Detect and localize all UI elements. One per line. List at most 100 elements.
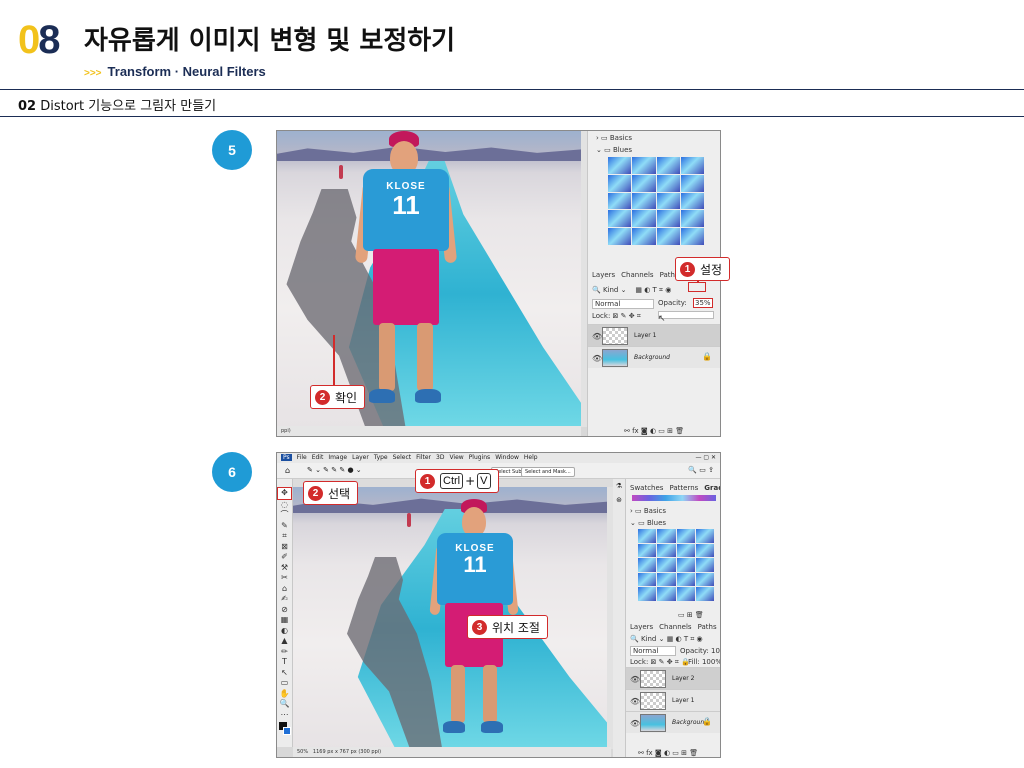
dodge-tool-icon[interactable]: ▲ — [277, 636, 292, 647]
callout-set-opacity: 1 설정 — [675, 257, 731, 281]
chapter-number: 08 — [18, 18, 61, 62]
boy-shorts — [373, 249, 439, 325]
step-badge-5: 5 — [212, 130, 252, 170]
crop-tool-icon[interactable]: ⌗ — [277, 531, 292, 542]
lock-icon: 🔒 — [702, 717, 712, 726]
gradient-panel-icons[interactable]: ▭ ⊞ 🗑 — [678, 611, 704, 619]
ps-logo-icon: Ps — [281, 454, 292, 461]
callout-check-shadow: 2 확인 — [310, 385, 366, 409]
lock-controls[interactable]: Lock: ⊠ ✎ ✥ ⌗ — [592, 312, 641, 321]
layers-panel-tabs[interactable]: Layers Channels Paths — [630, 623, 720, 631]
gradient-folder-blues[interactable]: ⌄ ▭ Blues — [630, 519, 666, 527]
layer-filter-kind[interactable]: 🔍 Kind ⌄ ▦ ◐ T ⌗ ◉ — [592, 286, 671, 295]
boy-left-shoe — [443, 721, 465, 733]
type-tool-icon[interactable]: T — [277, 657, 292, 668]
hand-tool-icon[interactable]: ✋ — [277, 689, 292, 700]
layer-thumbnail — [640, 670, 666, 688]
boy-shirt: KLOSE 11 — [437, 533, 513, 605]
select-and-mask-button[interactable]: Select and Mask... — [521, 467, 575, 477]
callout-connector — [333, 335, 335, 385]
subtitle-arrows: >>> — [84, 68, 102, 79]
opacity-slider[interactable] — [658, 311, 714, 319]
home-icon[interactable]: ⌂ — [285, 466, 290, 475]
layers-bottom-icons[interactable]: ⚯ fx ◙ ◐ ▭ ⊞ 🗑 — [624, 427, 684, 435]
image-canvas: KLOSE 11 — [277, 131, 583, 427]
document-size: 1169 px x 767 px (300 ppi) — [312, 749, 382, 755]
callout-paste: 1 Ctrl + V — [415, 469, 499, 493]
opacity-highlight — [688, 282, 706, 292]
gradient-swatch-grid[interactable] — [608, 157, 704, 245]
boy-right-shoe — [481, 721, 503, 733]
gradient-tool-icon[interactable]: ▦ — [277, 615, 292, 626]
boy-right-leg — [417, 323, 433, 391]
panel-dock-icons[interactable]: ⚗ ⊛ — [613, 479, 625, 757]
shape-tool-icon[interactable]: ▭ — [277, 678, 292, 689]
eye-icon[interactable]: 👁 — [592, 354, 602, 363]
brush-tool-icon[interactable]: ✂ — [277, 573, 292, 584]
layer-thumbnail — [640, 692, 666, 710]
eyedropper-tool-icon[interactable]: ✐ — [277, 552, 292, 563]
frame-tool-icon[interactable]: ⊠ — [277, 542, 292, 553]
chapter-subtitle: >>> Transform · Neural Filters — [84, 64, 266, 79]
layers-bottom-icons[interactable]: ⚯ fx ◙ ◐ ▭ ⊞ 🗑 — [638, 749, 698, 757]
blend-mode-select[interactable]: Normal — [630, 646, 676, 656]
layer-row[interactable]: 👁 Layer 1 — [626, 689, 720, 711]
eraser-tool-icon[interactable]: ⊘ — [277, 605, 292, 616]
zoom-tool-icon[interactable]: 🔍 — [277, 699, 292, 710]
opacity-label: Opacity: — [658, 299, 687, 307]
gradient-folder-basics[interactable]: › ▭ Basics — [630, 507, 666, 515]
section-heading: 02 Distort 기능으로 그림자 만들기 — [18, 99, 217, 114]
boy-right-leg — [483, 665, 497, 723]
quick-select-tool-icon[interactable]: ✎ — [277, 521, 292, 532]
fill-control[interactable]: Fill: 100% — [688, 658, 720, 666]
zoom-level[interactable]: 50% — [297, 749, 308, 755]
menu-bar: Ps File Edit Image Layer Type Select Filter 3D Vi… — [277, 453, 720, 463]
callout-adjust-position: 3 위치 조절 — [467, 615, 548, 639]
eye-icon[interactable]: 👁 — [630, 719, 640, 728]
layer-row[interactable]: 👁 Background 🔒 — [588, 346, 720, 368]
healing-tool-icon[interactable]: ⚒ — [277, 563, 292, 574]
layer-row[interactable]: 👁 Layer 2 — [626, 667, 720, 689]
blend-mode-select[interactable]: Normal — [592, 299, 654, 309]
header-divider — [0, 89, 1024, 90]
more-tools-icon[interactable]: ⋯ — [277, 710, 292, 721]
gradient-folder-blues[interactable]: ⌄ ▭ Blues — [596, 146, 632, 154]
search-share-icons[interactable]: 🔍 ▭ ⇪ — [688, 466, 714, 474]
layer-thumbnail — [602, 327, 628, 345]
layer-row[interactable]: 👁 Layer 1 — [588, 324, 720, 346]
right-panels: SwatchesPatternsGradients › ▭ Basics ⌄ ▭… — [625, 479, 720, 757]
blur-tool-icon[interactable]: ◐ — [277, 626, 292, 637]
window-controls[interactable]: — ▢ ✕ — [695, 454, 716, 461]
boy-right-shoe — [415, 389, 441, 403]
lasso-tool-icon[interactable]: ⌒ — [277, 510, 292, 521]
gradient-swatch-grid[interactable] — [638, 529, 714, 601]
marquee-tool-icon[interactable]: ◌ — [277, 500, 292, 511]
image-canvas: KLOSE 11 — [293, 487, 613, 749]
layer-filter-kind[interactable]: 🔍 Kind ⌄ ▦ ◐ T ⌗ ◉ — [630, 635, 703, 644]
opacity-input[interactable]: 35% — [693, 298, 713, 308]
swatches-panel-tabs[interactable]: SwatchesPatternsGradients — [630, 484, 720, 492]
move-tool-icon[interactable]: ✥ — [277, 487, 292, 500]
path-select-tool-icon[interactable]: ↖ — [277, 668, 292, 679]
gradient-folder-basics[interactable]: › ▭ Basics — [596, 134, 632, 142]
gradient-presets-strip[interactable] — [632, 495, 716, 501]
layers-panel-tabs[interactable]: Layers Channels Paths — [592, 271, 685, 279]
boy-left-shoe — [369, 389, 395, 403]
eye-icon[interactable]: 👁 — [630, 697, 640, 706]
distant-person — [407, 513, 411, 527]
history-brush-tool-icon[interactable]: ✍ — [277, 594, 292, 605]
lock-controls[interactable]: Lock: ⊠ ✎ ✥ ⌗ 🔒 — [630, 658, 690, 667]
stamp-tool-icon[interactable]: ⌂ — [277, 584, 292, 595]
boy-left-leg — [379, 323, 395, 391]
opacity-control[interactable]: Opacity: 100% — [680, 647, 720, 655]
distant-person — [339, 165, 343, 179]
chapter-title: 자유롭게 이미지 변형 및 보정하기 — [84, 26, 456, 56]
eye-icon[interactable]: 👁 — [592, 332, 602, 341]
eye-icon[interactable]: 👁 — [630, 675, 640, 684]
pen-tool-icon[interactable]: ✏ — [277, 647, 292, 658]
brush-options[interactable]: ✎ ⌄ ✎ ✎ ✎ ● ⌄ — [307, 466, 362, 474]
status-bar: ppi) — [277, 426, 581, 436]
layer-row[interactable]: 👁 Background 🔒 — [626, 711, 720, 733]
color-swatches[interactable] — [277, 722, 292, 738]
layer-thumbnail — [602, 349, 628, 367]
